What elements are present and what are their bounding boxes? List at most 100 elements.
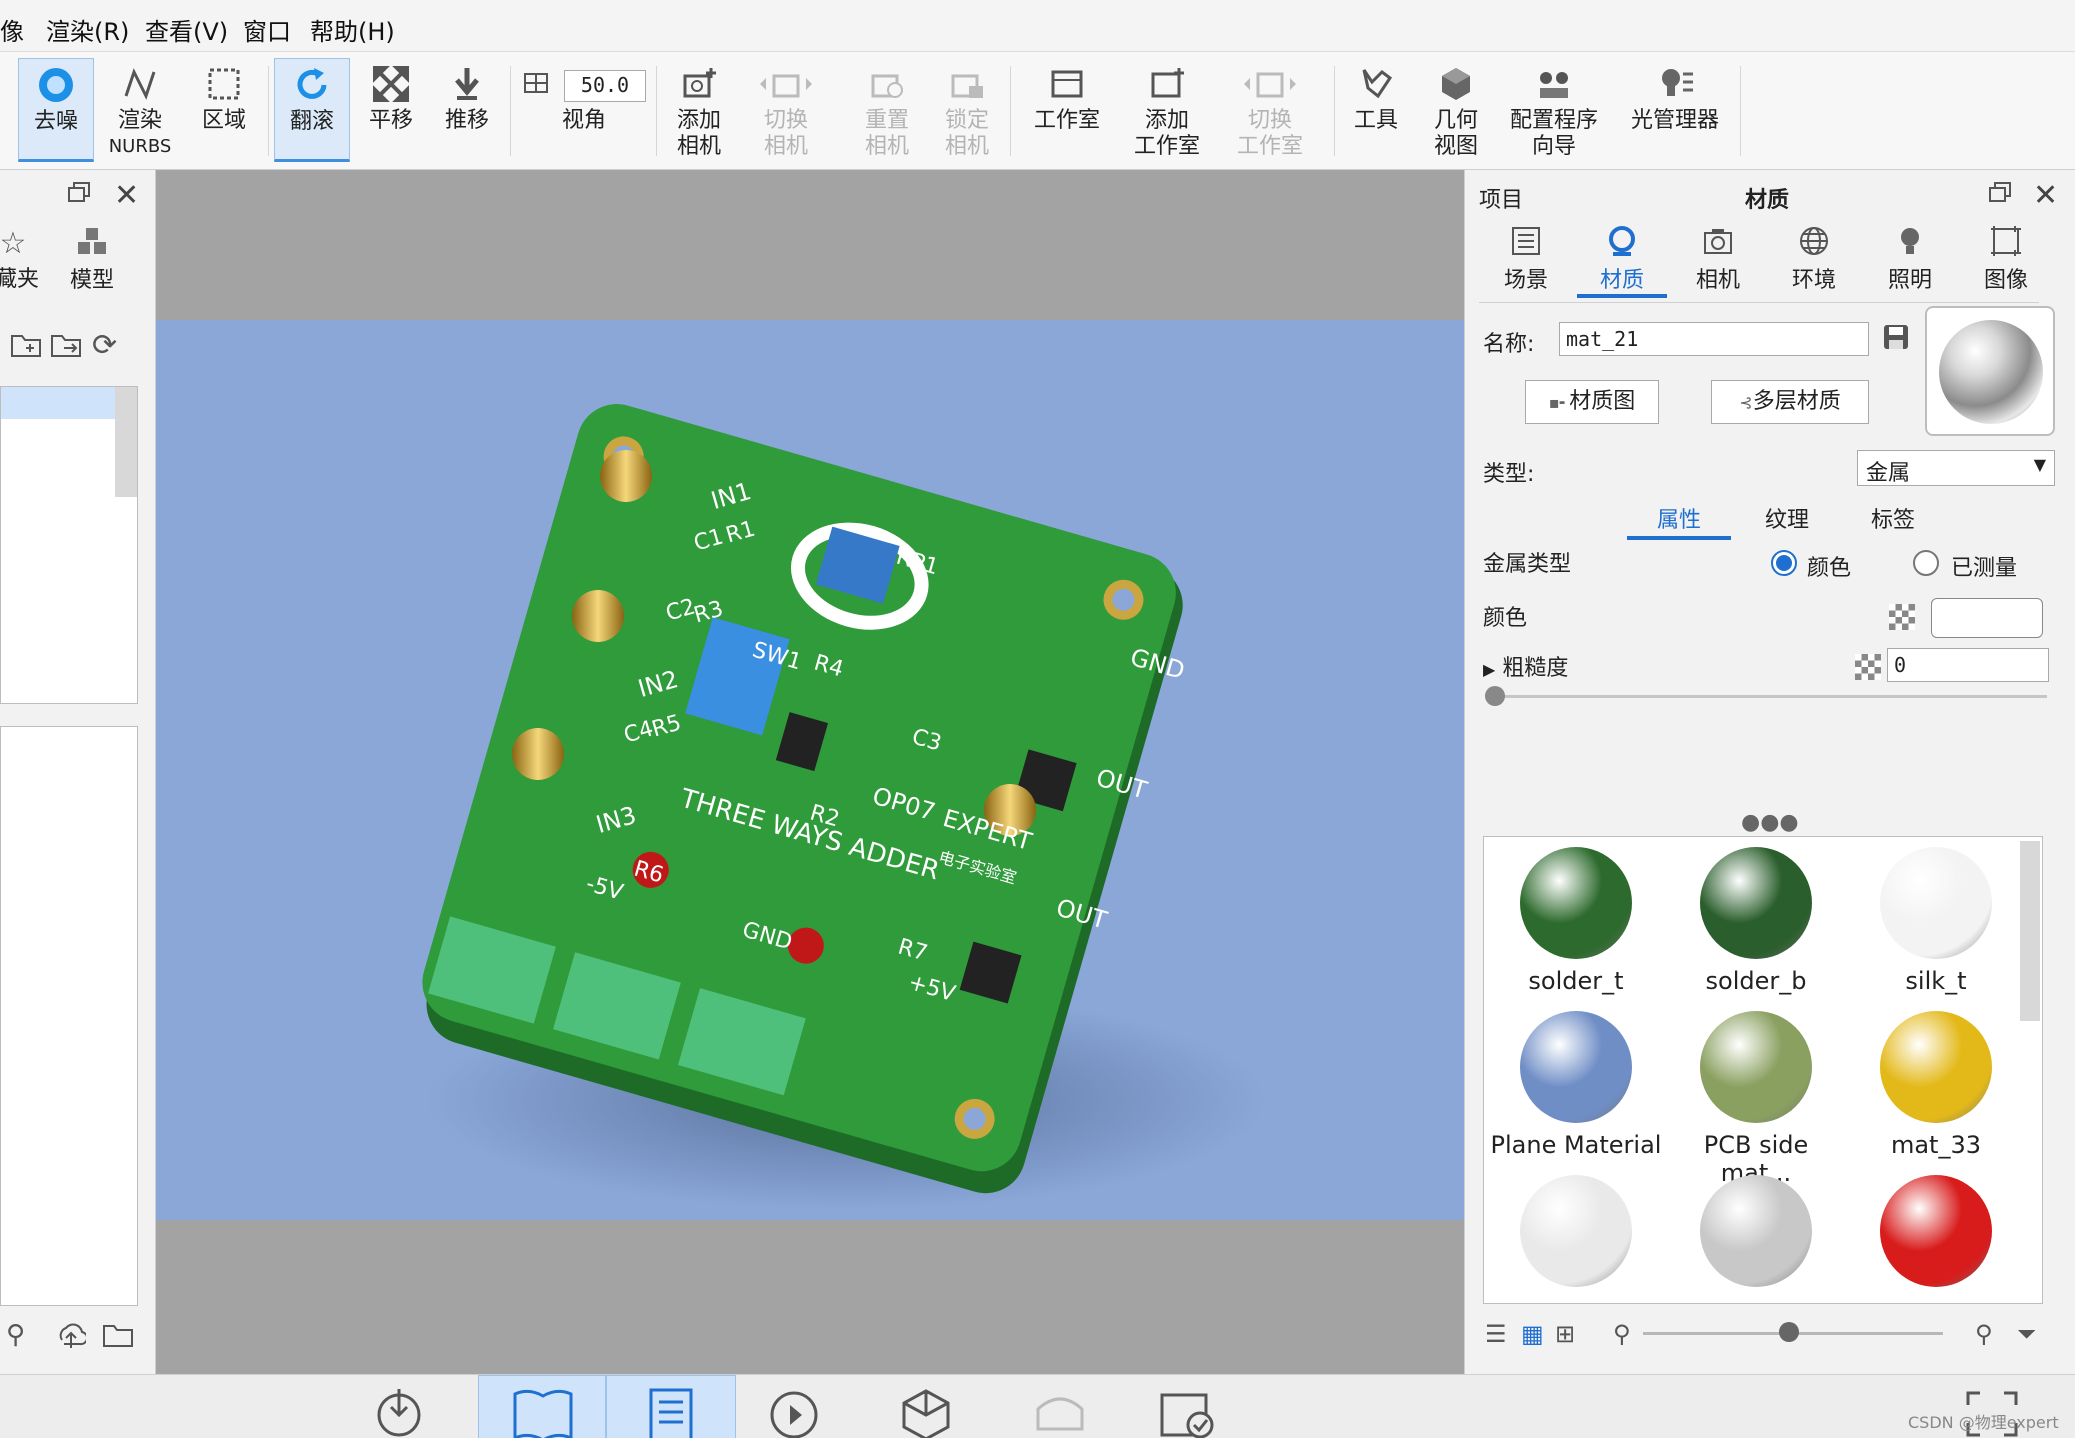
material-type-select[interactable]: 金属 ▼ (1857, 450, 2055, 486)
dolly-button[interactable]: 推移 (432, 58, 502, 162)
close-icon[interactable]: ✕ (114, 178, 139, 213)
render-nurbs-button[interactable]: 渲染 NURBS (102, 58, 178, 162)
swatch-label: Plane Material (1490, 1131, 1662, 1159)
import-icon[interactable] (374, 1385, 424, 1438)
filter-icon[interactable]: ⏷ (2017, 1320, 2036, 1348)
config-wizard-label: 配置程序 (1509, 108, 1598, 133)
region-label: 区域 (201, 108, 246, 133)
menu-view[interactable]: 查看(V) (145, 12, 228, 47)
zoom-in-icon[interactable]: ⚲ (1975, 1320, 1993, 1348)
tab-scene[interactable]: 场景 (1481, 224, 1571, 294)
roughness-row[interactable]: ▶ 粗糙度 (1483, 650, 1568, 682)
switch-camera-label2: 相机 (763, 134, 808, 159)
swatch-sphere[interactable] (1700, 847, 1812, 959)
fov-input[interactable]: 50.0 (564, 70, 646, 102)
add-studio-button[interactable]: 添加 工作室 (1124, 58, 1210, 162)
dolly-label: 推移 (444, 108, 489, 133)
tumble-button[interactable]: 翻滚 (274, 58, 350, 162)
roughness-slider[interactable] (1487, 695, 2047, 698)
color-swatch[interactable] (1931, 598, 2043, 638)
restore-window-icon[interactable] (66, 180, 92, 212)
swatch-sphere[interactable] (1880, 847, 1992, 959)
subtab-labels[interactable]: 标签 (1841, 502, 1945, 534)
subtab-properties[interactable]: 属性 (1627, 502, 1731, 540)
zoom-out-icon[interactable]: ⚲ (1613, 1320, 1631, 1348)
project-label[interactable]: 项目 (1479, 182, 1523, 214)
tab-environment[interactable]: 环境 (1769, 224, 1859, 294)
lock-camera-button[interactable]: 锁定 相机 (932, 58, 1002, 162)
history-icon[interactable] (764, 1385, 824, 1438)
geometry-view-button[interactable]: 几何 视图 (1416, 58, 1496, 162)
add-folder-icon[interactable] (10, 330, 44, 366)
swatch-sphere[interactable] (1520, 1011, 1632, 1123)
multilayer-material-button[interactable]: ⊰多层材质 (1711, 380, 1869, 424)
radio-color[interactable] (1771, 550, 1797, 576)
tools-button[interactable]: 工具 (1340, 58, 1412, 162)
light-bulb-icon (1620, 64, 1730, 108)
roughness-slider-handle[interactable] (1485, 686, 1505, 706)
radio-measured[interactable] (1913, 550, 1939, 576)
tree-scrollbar[interactable] (115, 387, 137, 497)
close-icon[interactable]: ✕ (2033, 178, 2058, 213)
light-manager-button[interactable]: 光管理器 (1620, 58, 1730, 162)
refresh-icon[interactable]: ⟳ (92, 328, 117, 363)
restore-window-icon[interactable] (1987, 180, 2013, 212)
vr-headset-icon[interactable] (1030, 1385, 1090, 1438)
open-folder-icon[interactable] (102, 1320, 136, 1356)
roughness-input[interactable]: 0 (1887, 648, 2049, 682)
menu-image[interactable]: 像 (0, 12, 24, 47)
render-viewport[interactable]: IN1 C1 R1 C2 R3 IN2 C4 R5 IN3 SW1 R4 R2 … (156, 170, 1464, 1374)
tree-view-icon[interactable]: ⊞ (1555, 1320, 1575, 1348)
tab-camera[interactable]: 相机 (1673, 224, 1763, 294)
more-icon[interactable]: ●●● (1741, 810, 1799, 835)
library-book-button[interactable] (478, 1375, 606, 1438)
material-graph-button[interactable]: ▪╸材质图 (1525, 380, 1659, 424)
swatch-sphere[interactable] (1700, 1175, 1812, 1287)
tab-material[interactable]: 材质 (1577, 224, 1667, 298)
tab-image[interactable]: 图像 (1961, 224, 2051, 294)
swatch-sphere[interactable] (1880, 1011, 1992, 1123)
texture-toggle-icon[interactable] (1889, 604, 1915, 630)
project-list-button[interactable] (606, 1375, 736, 1438)
material-type-value: 金属 (1866, 461, 1911, 486)
light-bulb-icon (1865, 224, 1955, 262)
cube-icon[interactable] (896, 1385, 956, 1438)
switch-studio-button[interactable]: 切换 工作室 (1224, 58, 1316, 162)
menu-bar: 像 渲染(R) 查看(V) 窗口 帮助(H) (0, 0, 2075, 52)
swatch-sphere[interactable] (1700, 1011, 1812, 1123)
menu-help[interactable]: 帮助(H) (310, 12, 395, 47)
render-check-icon[interactable] (1156, 1385, 1220, 1438)
favorites-tab[interactable]: ☆ 藏夹 (0, 226, 50, 293)
material-name-input[interactable]: mat_21 (1559, 322, 1869, 356)
toolbar-separator (656, 66, 657, 156)
tab-lighting[interactable]: 照明 (1865, 224, 1955, 294)
menu-window[interactable]: 窗口 (243, 12, 291, 47)
thumbnail-size-handle[interactable] (1779, 1322, 1799, 1342)
save-icon[interactable] (1881, 322, 1911, 358)
grid-view-icon[interactable]: ▦ (1521, 1320, 1544, 1348)
switch-studio-label: 切换 (1247, 108, 1292, 133)
pan-icon (356, 64, 426, 108)
swatch-sphere[interactable] (1880, 1175, 1992, 1287)
list-view-icon[interactable]: ☰ (1485, 1320, 1507, 1348)
texture-toggle-icon[interactable] (1855, 654, 1881, 680)
switch-camera-button[interactable]: 切换 相机 (746, 58, 826, 162)
studio-button[interactable]: 工作室 (1024, 58, 1110, 162)
pan-label: 平移 (368, 108, 413, 133)
move-folder-icon[interactable] (50, 330, 84, 366)
subtab-texture[interactable]: 纹理 (1735, 502, 1839, 534)
models-tab[interactable]: 模型 (62, 226, 122, 294)
swatch-sphere[interactable] (1520, 847, 1632, 959)
zoom-icon[interactable]: ⚲ (6, 1320, 25, 1350)
denoise-button[interactable]: 去噪 (18, 58, 94, 162)
add-camera-button[interactable]: 添加 相机 (664, 58, 734, 162)
config-wizard-button[interactable]: 配置程序 向导 (1504, 58, 1604, 162)
region-button[interactable]: 区域 (186, 58, 262, 162)
library-content (0, 726, 138, 1306)
menu-render[interactable]: 渲染(R) (46, 12, 129, 47)
pan-button[interactable]: 平移 (356, 58, 426, 162)
swatch-sphere[interactable] (1520, 1175, 1632, 1287)
reset-camera-button[interactable]: 重置 相机 (852, 58, 922, 162)
add-camera-icon (664, 64, 734, 108)
upload-icon[interactable] (56, 1320, 89, 1356)
